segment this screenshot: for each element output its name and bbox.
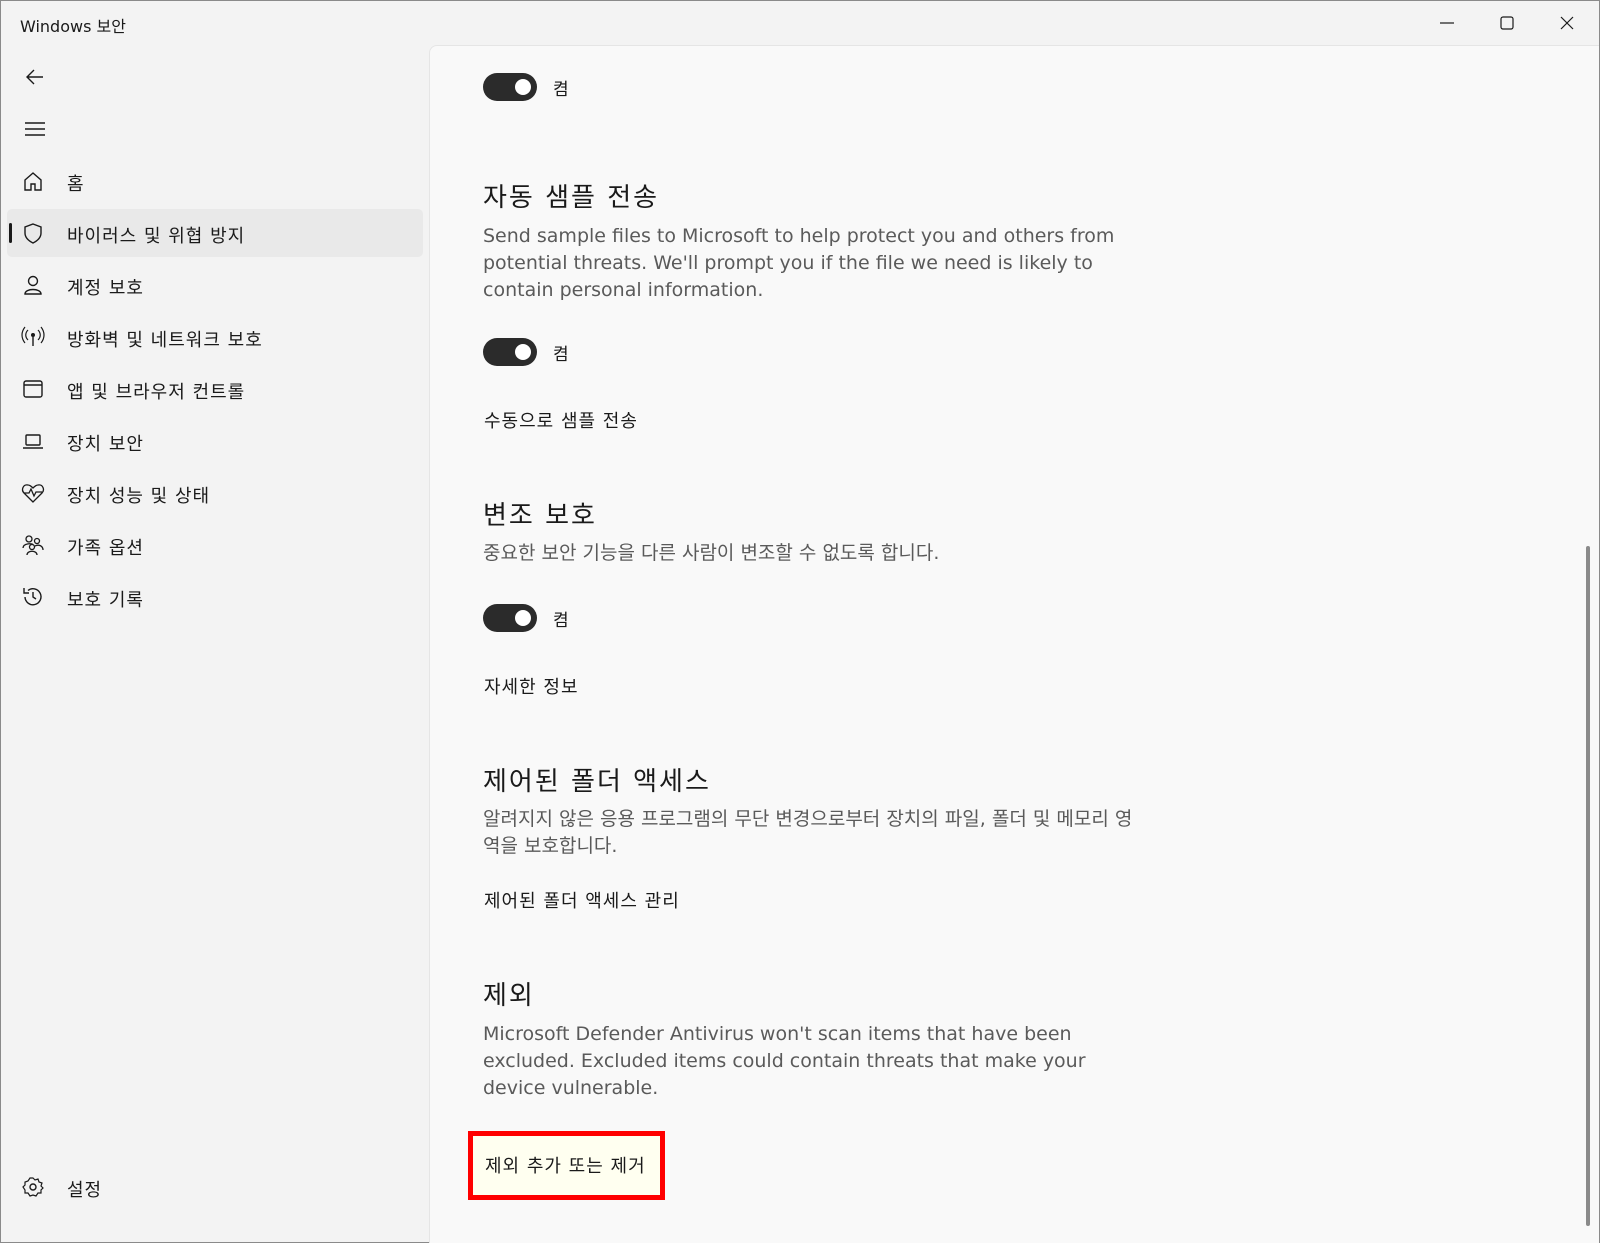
close-button[interactable] <box>1537 1 1597 45</box>
title-bar: Windows 보안 <box>1 1 1599 45</box>
toggle-row-top: 켬 <box>483 73 569 101</box>
sidebar-item-firewall[interactable]: 방화벽 및 네트워크 보호 <box>7 313 423 361</box>
toggle-label: 켬 <box>553 79 569 100</box>
manage-controlled-folder-access-link[interactable]: 제어된 폴더 액세스 관리 <box>484 887 680 913</box>
auto-sample-description: Send sample files to Microsoft to help p… <box>483 225 1115 301</box>
hamburger-menu-icon <box>25 122 45 136</box>
toggle-row-tamper: 켬 <box>483 604 569 632</box>
maximize-icon <box>1500 16 1514 30</box>
history-icon <box>21 585 45 609</box>
toggle-switch-auto-sample[interactable] <box>483 338 537 366</box>
sidebar-item-label: 장치 성능 및 상태 <box>67 486 211 507</box>
back-arrow-icon <box>26 69 43 85</box>
sidebar: 홈 바이러스 및 위협 방지 계정 보호 방화벽 및 네트워크 보호 앱 및 브… <box>1 45 425 1243</box>
sidebar-item-label: 설정 <box>67 1180 103 1201</box>
sidebar-item-label: 보호 기록 <box>67 590 144 611</box>
sidebar-item-virus-protection[interactable]: 바이러스 및 위협 방지 <box>7 209 423 257</box>
sidebar-item-label: 바이러스 및 위협 방지 <box>67 226 246 247</box>
sidebar-item-device-health[interactable]: 장치 성능 및 상태 <box>7 469 423 517</box>
toggle-row-auto-sample: 켬 <box>483 338 569 366</box>
toggle-switch-tamper[interactable] <box>483 604 537 632</box>
manual-sample-link[interactable]: 수동으로 샘플 전송 <box>484 407 638 433</box>
app-window: Windows 보안 홈 바이러스 및 위협 방지 계정 보호 방화벽 및 네트… <box>0 0 1600 1243</box>
sidebar-item-label: 홈 <box>67 174 85 195</box>
scrollbar-thumb[interactable] <box>1586 546 1590 1226</box>
sidebar-item-app-browser[interactable]: 앱 및 브라우저 컨트롤 <box>7 365 423 413</box>
sidebar-item-label: 앱 및 브라우저 컨트롤 <box>67 382 246 403</box>
app-window-icon <box>21 377 45 401</box>
menu-button[interactable] <box>15 111 55 147</box>
highlight-box: 제외 추가 또는 제거 <box>468 1131 665 1200</box>
sidebar-item-protection-history[interactable]: 보호 기록 <box>7 573 423 621</box>
heart-pulse-icon <box>21 481 45 505</box>
home-icon <box>21 169 45 193</box>
sidebar-item-device-security[interactable]: 장치 보안 <box>7 417 423 465</box>
add-remove-exclusions-link[interactable]: 제외 추가 또는 제거 <box>485 1152 646 1178</box>
controlled-folder-access-description: 알려지지 않은 응용 프로그램의 무단 변경으로부터 장치의 파일, 폴더 및 … <box>483 808 1133 857</box>
controlled-folder-access-title: 제어된 폴더 액세스 <box>483 767 711 797</box>
sidebar-item-settings[interactable]: 설정 <box>7 1163 423 1211</box>
tamper-protection-title: 변조 보호 <box>483 501 597 531</box>
minimize-button[interactable] <box>1417 1 1477 45</box>
exclusions-title: 제외 <box>483 981 535 1011</box>
sidebar-item-account-protection[interactable]: 계정 보호 <box>7 261 423 309</box>
sidebar-item-label: 방화벽 및 네트워크 보호 <box>67 330 263 351</box>
sidebar-item-label: 장치 보안 <box>67 434 144 455</box>
sidebar-item-label: 계정 보호 <box>67 278 144 299</box>
toggle-knob <box>515 79 531 95</box>
window-title: Windows 보안 <box>20 17 126 36</box>
toggle-knob <box>515 344 531 360</box>
toggle-switch-top[interactable] <box>483 73 537 101</box>
toggle-knob <box>515 610 531 626</box>
shield-icon <box>21 221 45 245</box>
minimize-icon <box>1440 22 1454 24</box>
tamper-protection-description: 중요한 보안 기능을 다른 사람이 변조할 수 없도록 합니다. <box>483 542 940 564</box>
gear-icon <box>21 1175 45 1199</box>
toggle-label: 켬 <box>553 610 569 631</box>
family-icon <box>21 533 45 557</box>
person-icon <box>21 273 45 297</box>
maximize-button[interactable] <box>1477 1 1537 45</box>
sidebar-item-family-options[interactable]: 가족 옵션 <box>7 521 423 569</box>
toggle-label: 켬 <box>553 344 569 365</box>
laptop-icon <box>21 429 45 453</box>
sidebar-item-label: 가족 옵션 <box>67 538 144 559</box>
sidebar-item-home[interactable]: 홈 <box>7 157 423 205</box>
back-button[interactable] <box>15 59 55 95</box>
active-indicator <box>9 223 12 243</box>
auto-sample-title: 자동 샘플 전송 <box>483 183 660 213</box>
antenna-icon <box>21 325 45 349</box>
exclusions-description: Microsoft Defender Antivirus won't scan … <box>483 1023 1086 1099</box>
content-pane: 켬 자동 샘플 전송 Send sample files to Microsof… <box>429 45 1599 1243</box>
learn-more-link[interactable]: 자세한 정보 <box>484 673 579 699</box>
close-icon <box>1560 16 1574 30</box>
